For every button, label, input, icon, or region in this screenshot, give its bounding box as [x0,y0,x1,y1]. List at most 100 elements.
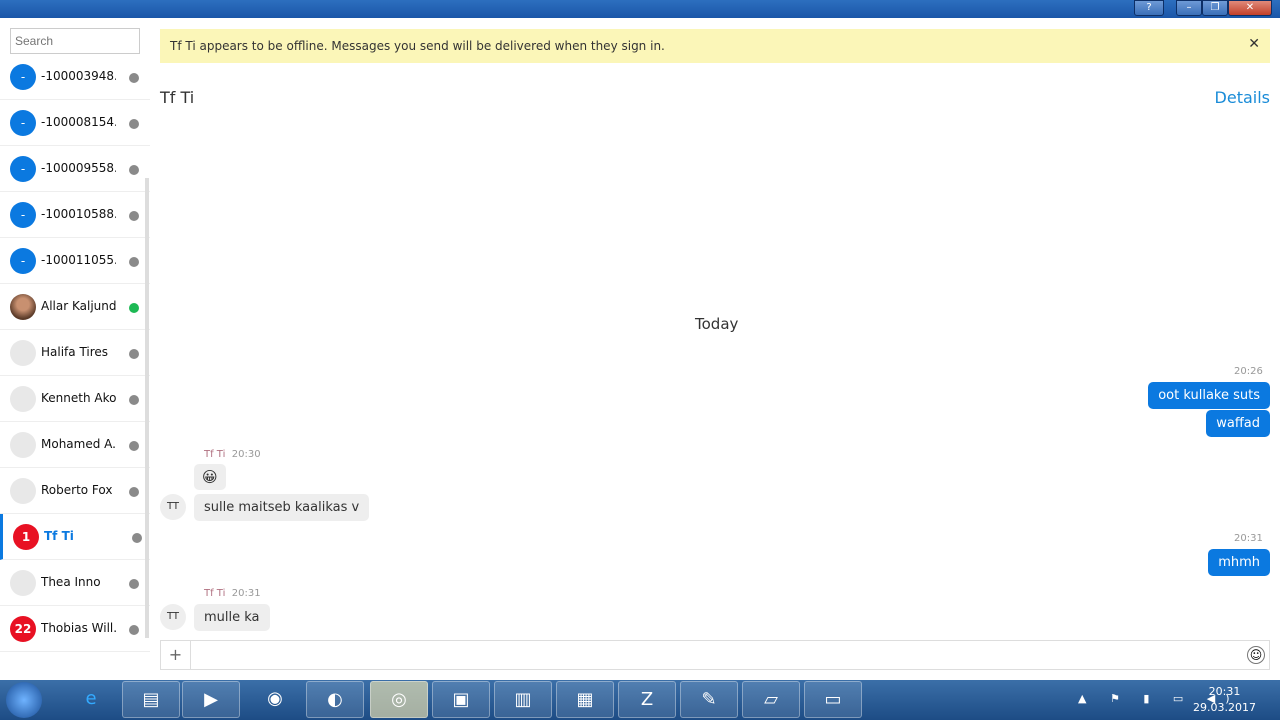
contact-item[interactable]: --100009558... [0,146,150,192]
contact-name: -100003948... [41,69,116,83]
contact-name: Thobias Will... [41,621,116,635]
avatar: - [10,110,36,136]
avatar: - [10,64,36,90]
contact-name: -100011055... [41,253,116,267]
contact-name: Kenneth Ako... [41,391,116,405]
presence-status-icon [129,211,139,221]
day-separator: Today [695,315,739,333]
presence-status-icon [129,487,139,497]
chat-title: Tf Ti [160,88,195,107]
help-button[interactable]: ? [1134,0,1164,16]
spreadsheet-icon[interactable]: ▦ [556,681,614,718]
notes-icon[interactable]: ▱ [742,681,800,718]
details-link[interactable]: Details [1215,88,1270,107]
presence-status-icon [129,625,139,635]
contact-name: Tf Ti [44,529,74,543]
incoming-message: mulle ka [194,604,270,631]
contact-name: -100008154... [41,115,116,129]
avatar: - [10,156,36,182]
close-banner-icon[interactable]: ✕ [1248,36,1260,52]
restore-button[interactable]: ❐ [1202,0,1228,16]
offline-banner: Tf Ti appears to be offline. Messages yo… [160,29,1270,63]
app-icon[interactable]: ◐ [306,681,364,718]
minimize-button[interactable]: – [1176,0,1202,16]
chat-app-icon[interactable]: ◎ [370,681,428,718]
taskbar: e ▤ ▶ ◉ ◐ ◎ ▣ ▥ ▦ Z ✎ ▱ ▭ ▲ ⚑ ▮ ▭ ◀) 20:… [0,680,1280,720]
contact-item[interactable]: Kenneth Ako... [0,376,150,422]
firefox-icon[interactable]: ◉ [246,681,304,718]
avatar: 22 [10,616,36,642]
avatar: - [10,202,36,228]
outgoing-message: mhmh [1208,549,1270,576]
presence-status-icon [129,119,139,129]
message-time: 20:26 [1234,366,1263,377]
ie-icon[interactable]: e [62,681,120,718]
contact-name: Halifa Tires [41,345,109,359]
contact-item[interactable]: Roberto Fox [0,468,150,514]
clock[interactable]: 20:31 29.03.2017 [1193,684,1256,716]
contact-item[interactable]: 1 Tf Ti [0,514,150,560]
monitor-icon[interactable]: ▥ [494,681,552,718]
contact-sidebar: --100003948...--100008154...--100009558.… [0,18,150,680]
contact-item[interactable]: Halifa Tires [0,330,150,376]
contact-name: Thea Inno [41,575,101,589]
contact-list: --100003948...--100008154...--100009558.… [0,54,150,652]
avatar [10,570,36,596]
presence-status-icon [129,395,139,405]
contact-item[interactable]: 22 Thobias Will... [0,606,150,652]
close-button[interactable]: ✕ [1228,0,1272,16]
notepad-icon[interactable]: ✎ [680,681,738,718]
avatar: TT [160,494,186,520]
scrollbar[interactable] [145,178,149,638]
outgoing-message: waffad [1206,410,1270,437]
message-time: 20:31 [231,588,261,599]
contact-name: -100010588... [41,207,116,221]
contact-name: Roberto Fox [41,483,113,497]
contact-item[interactable]: --100010588... [0,192,150,238]
add-attachment-button[interactable]: + [161,641,191,669]
emoji-message: 😀 [194,464,226,490]
filezilla-icon[interactable]: Z [618,681,676,718]
message-time: 20:31 [1234,533,1263,544]
incoming-message: sulle maitseb kaalikas v [194,494,370,521]
search-input[interactable] [10,28,140,54]
presence-status-icon [129,257,139,267]
contact-item[interactable]: Mohamed A... [0,422,150,468]
avatar [10,340,36,366]
start-button[interactable] [6,682,42,718]
contact-name: Mohamed A... [41,437,116,451]
avatar: 1 [13,524,39,550]
contact-name: Allar Kaljundi [41,299,116,313]
presence-status-icon [129,441,139,451]
contact-item[interactable]: --100008154... [0,100,150,146]
photo-viewer-icon[interactable]: ▭ [804,681,862,718]
avatar: TT [160,604,186,630]
outgoing-message: oot kullake suts [1148,382,1270,409]
sender-name: Tf Ti [204,588,226,599]
presence-status-icon [132,533,142,543]
date: 29.03.2017 [1193,701,1256,714]
avatar [10,294,36,320]
avatar: - [10,248,36,274]
time: 20:31 [1208,685,1241,698]
presence-status-icon [129,349,139,359]
contact-item[interactable]: Allar Kaljundi [0,284,150,330]
contact-item[interactable]: --100003948... [0,54,150,100]
banner-text: Tf Ti appears to be offline. Messages yo… [170,39,665,53]
presence-status-icon [129,303,139,313]
avatar [10,432,36,458]
emoji-icon[interactable]: ☺ [1247,646,1265,664]
explorer-icon[interactable]: ▤ [122,681,180,718]
contact-item[interactable]: Thea Inno [0,560,150,606]
avatar [10,478,36,504]
contact-item[interactable]: --100011055... [0,238,150,284]
window-titlebar: ? – ❐ ✕ [0,0,1280,18]
message-composer[interactable]: + ☺ [160,640,1270,670]
contact-name: -100009558... [41,161,116,175]
presence-status-icon [129,165,139,175]
app-icon[interactable]: ▣ [432,681,490,718]
message-time: 20:30 [231,449,261,460]
media-player-icon[interactable]: ▶ [182,681,240,718]
presence-status-icon [129,579,139,589]
presence-status-icon [129,73,139,83]
